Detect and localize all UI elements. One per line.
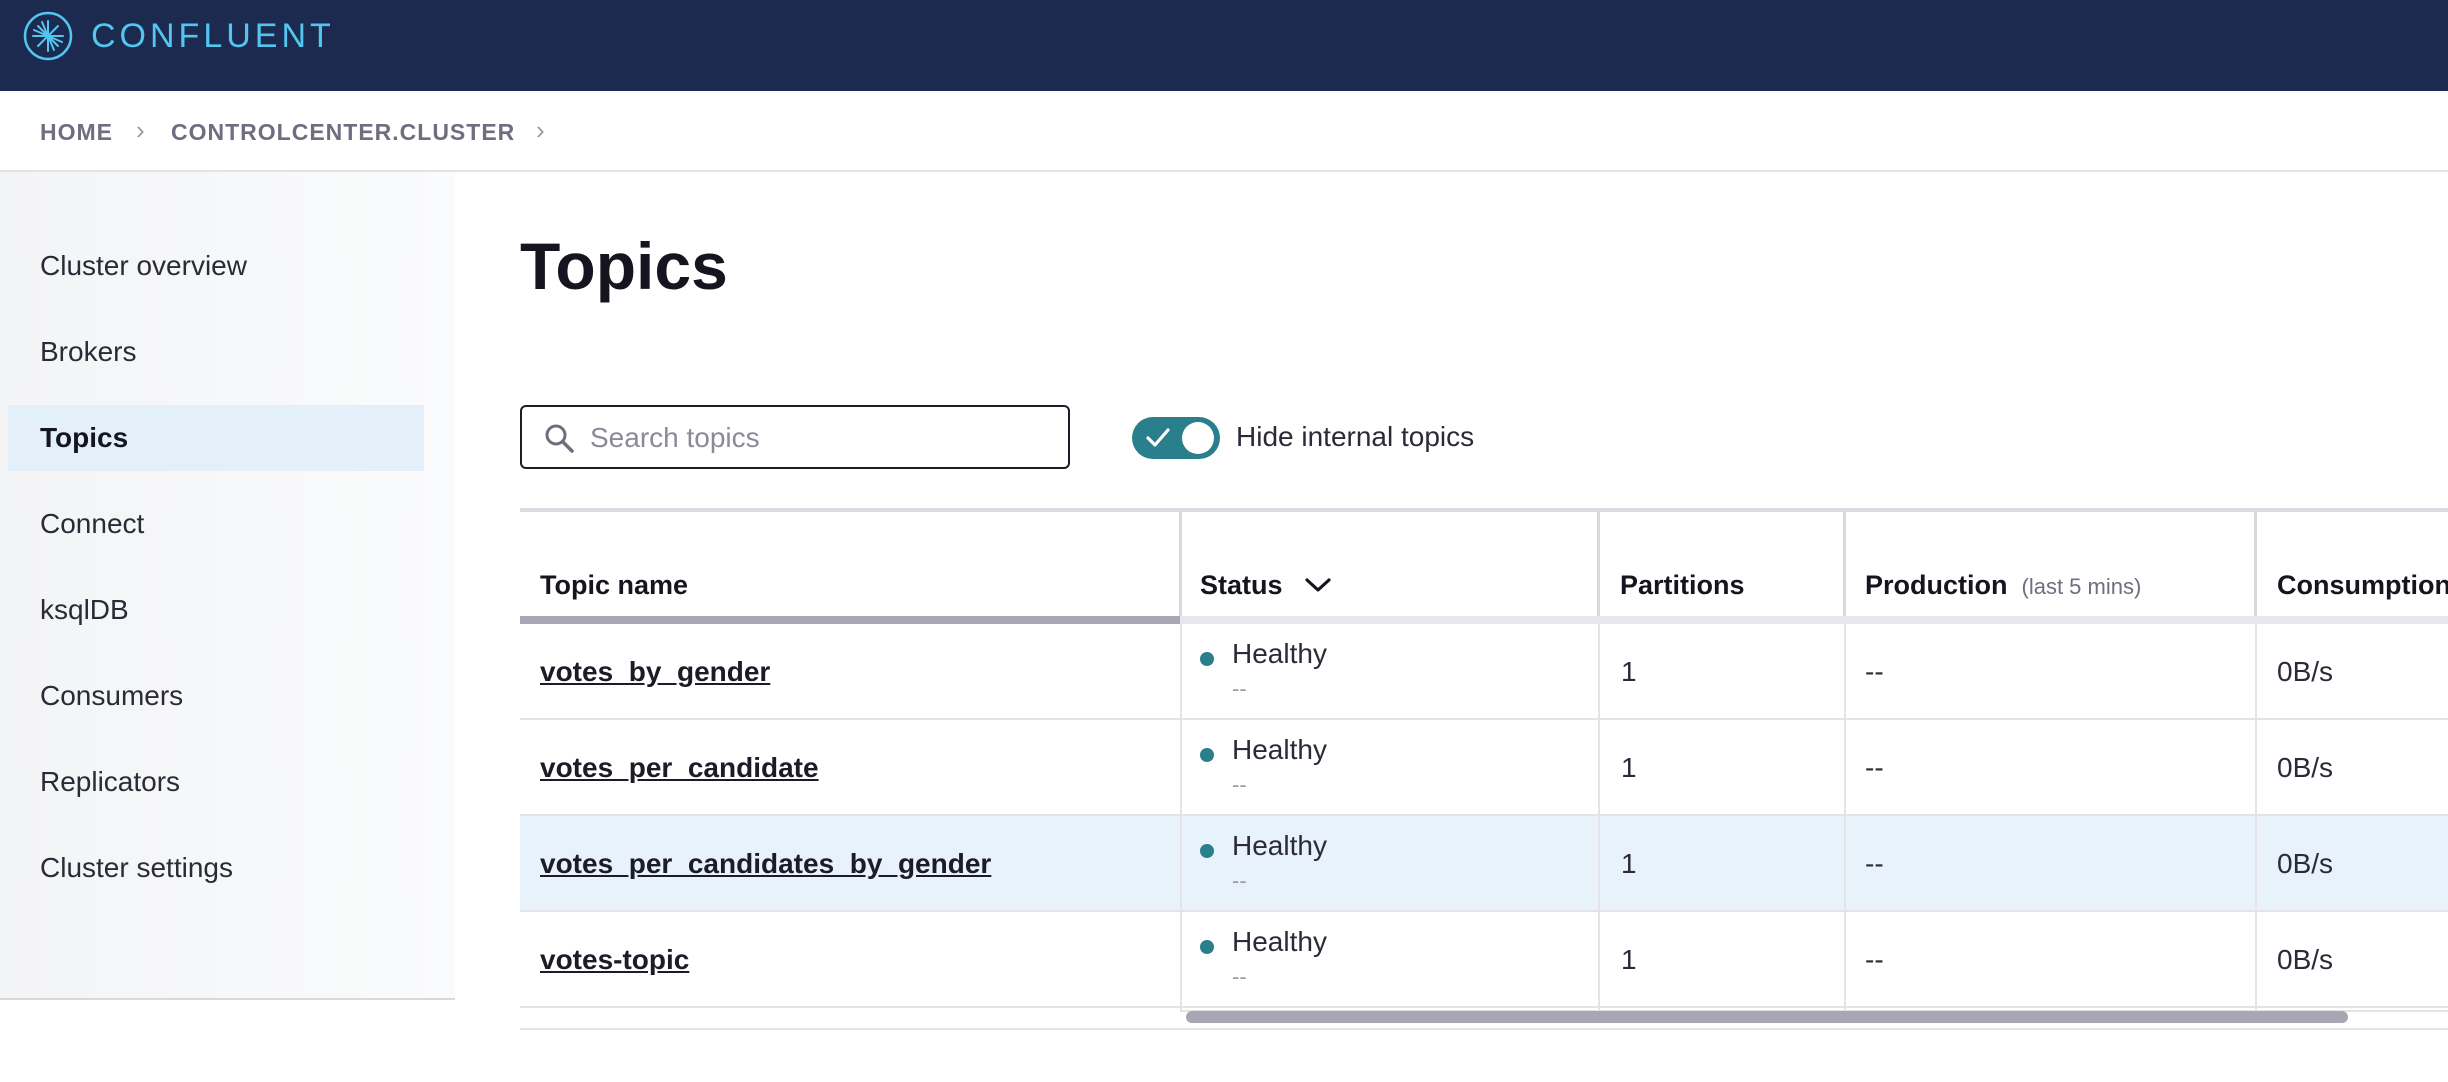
column-header-status[interactable]: Status (1180, 512, 1598, 624)
status-text: Healthy (1232, 638, 1327, 669)
partitions-value: 1 (1621, 848, 1637, 879)
sidebar-item-cluster-overview[interactable]: Cluster overview (8, 233, 424, 299)
column-header-label: Topic name (540, 570, 689, 600)
column-divider (1180, 624, 1182, 1012)
production-value: -- (1865, 848, 1884, 879)
top-header: CONFLUENT (0, 0, 2448, 91)
column-header-label: Status (1200, 570, 1283, 600)
chevron-right-icon: › (136, 115, 145, 145)
status-dot (1200, 748, 1214, 762)
production-value: -- (1865, 656, 1884, 687)
status-text: Healthy (1232, 926, 1327, 957)
column-header-label: Production (1865, 570, 2008, 600)
column-header-topic-name[interactable]: Topic name (520, 512, 1180, 624)
confluent-logo-icon (23, 11, 73, 61)
status-subtext: -- (1232, 964, 1247, 989)
brand-name: CONFLUENT (91, 16, 335, 55)
horizontal-scrollbar[interactable] (1186, 1011, 2348, 1023)
topic-link[interactable]: votes_by_gender (540, 656, 770, 688)
status-dot (1200, 652, 1214, 666)
column-divider (1844, 624, 1846, 1012)
partitions-value: 1 (1621, 656, 1637, 687)
status-subtext: -- (1232, 676, 1247, 701)
partitions-value: 1 (1621, 944, 1637, 975)
consumption-value: 0B/s (2277, 752, 2334, 783)
chevron-down-icon (1305, 578, 1331, 592)
partitions-value: 1 (1621, 752, 1637, 783)
status-text: Healthy (1232, 830, 1327, 861)
sidebar-item-replicators[interactable]: Replicators (8, 749, 424, 815)
status-subtext: -- (1232, 772, 1247, 797)
column-header-label: Partitions (1620, 570, 1745, 600)
status-subtext: -- (1232, 868, 1247, 893)
topics-table: Topic name Status Partitions Production (… (520, 508, 2448, 1032)
column-divider (2255, 624, 2257, 1012)
table-row: votes_per_candidate Healthy -- 1 -- 0B/s (520, 720, 2448, 816)
status-dot (1200, 940, 1214, 954)
status-dot (1200, 844, 1214, 858)
consumption-value: 0B/s (2277, 848, 2334, 879)
column-header-consumption[interactable]: Consumption (2257, 512, 2448, 624)
sidebar-item-topics[interactable]: Topics (8, 405, 424, 471)
table-row: votes-topic Healthy -- 1 -- 0B/s (520, 912, 2448, 1008)
topic-link[interactable]: votes_per_candidate (540, 752, 819, 784)
toggle-knob (1182, 422, 1214, 454)
sidebar-item-consumers[interactable]: Consumers (8, 663, 424, 729)
breadcrumb: HOME › CONTROLCENTER.CLUSTER › (0, 91, 2448, 172)
breadcrumb-cluster[interactable]: CONTROLCENTER.CLUSTER (171, 119, 515, 146)
column-divider (1598, 624, 1600, 1012)
page-title: Topics (520, 229, 728, 303)
consumption-value: 0B/s (2277, 656, 2334, 687)
column-header-production[interactable]: Production (last 5 mins) (1845, 512, 2255, 624)
column-header-label: Consumption (2277, 570, 2448, 600)
table-bottom-border (520, 1028, 2448, 1030)
search-icon (545, 424, 574, 453)
column-header-partitions[interactable]: Partitions (1600, 512, 1844, 624)
sidebar-divider (0, 998, 455, 1000)
search-box[interactable] (520, 405, 1070, 469)
topic-link[interactable]: votes_per_candidates_by_gender (540, 848, 991, 880)
confluent-logo[interactable]: CONFLUENT (22, 10, 335, 62)
chevron-right-icon: › (536, 115, 545, 145)
topic-link[interactable]: votes-topic (540, 944, 689, 976)
sidebar-item-brokers[interactable]: Brokers (8, 319, 424, 385)
production-value: -- (1865, 752, 1884, 783)
column-header-sublabel: (last 5 mins) (2021, 574, 2142, 599)
sidebar-item-cluster-settings[interactable]: Cluster settings (8, 835, 424, 901)
sidebar-item-connect[interactable]: Connect (8, 491, 424, 557)
sidebar-item-ksqldb[interactable]: ksqlDB (8, 577, 424, 643)
table-row: votes_per_candidates_by_gender Healthy -… (520, 816, 2448, 912)
toggle-label: Hide internal topics (1236, 421, 1475, 452)
checkmark-icon (1146, 428, 1170, 447)
hide-internal-topics-toggle[interactable] (1132, 417, 1220, 459)
production-value: -- (1865, 944, 1884, 975)
table-row: votes_by_gender Healthy -- 1 -- 0B/s (520, 624, 2448, 720)
header-underline-active (520, 616, 1180, 624)
status-text: Healthy (1232, 734, 1327, 765)
consumption-value: 0B/s (2277, 944, 2334, 975)
search-input[interactable] (588, 419, 1052, 457)
breadcrumb-home[interactable]: HOME (40, 119, 113, 146)
